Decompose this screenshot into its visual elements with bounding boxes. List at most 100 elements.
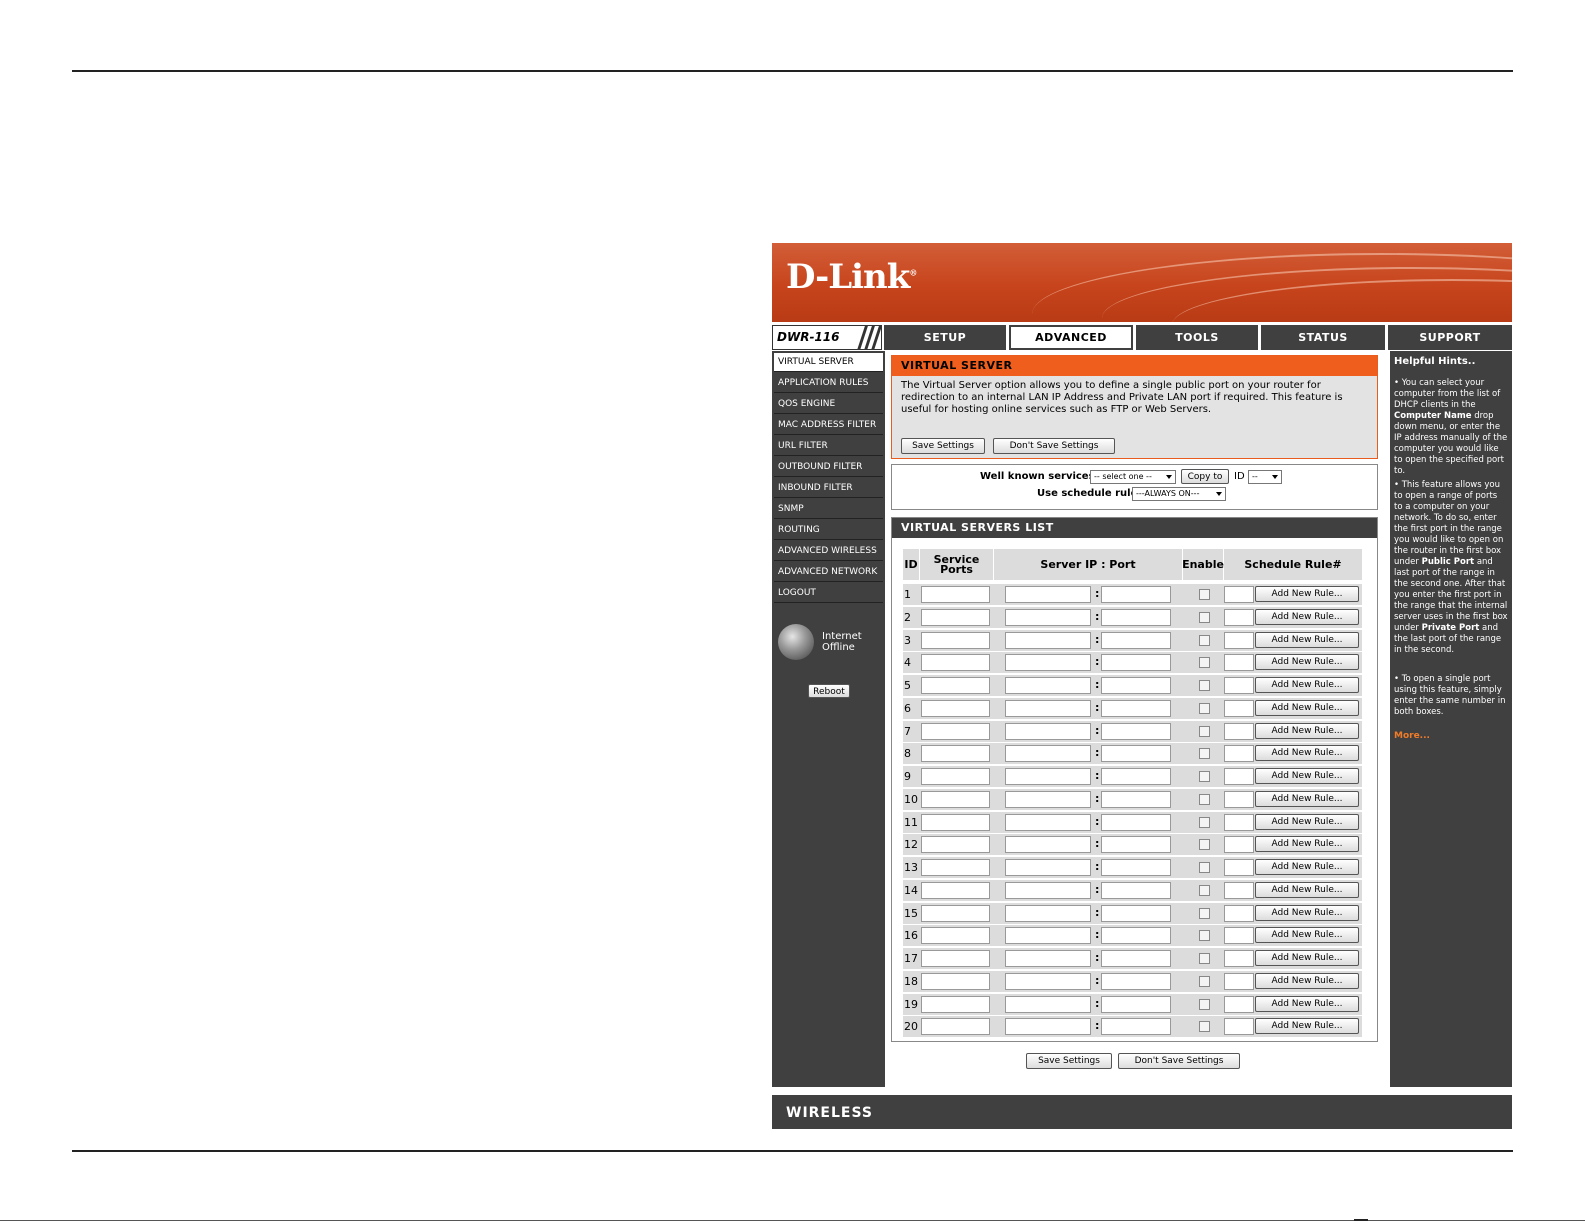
service-ports-input[interactable] (921, 859, 990, 876)
server-ip-input[interactable] (1005, 836, 1091, 854)
add-new-rule-button[interactable]: Add New Rule... (1255, 836, 1359, 853)
enable-checkbox[interactable] (1199, 657, 1210, 669)
server-port-input[interactable] (1101, 1018, 1171, 1036)
add-new-rule-button[interactable]: Add New Rule... (1255, 631, 1359, 648)
add-new-rule-button[interactable]: Add New Rule... (1255, 677, 1359, 693)
service-ports-input[interactable] (921, 904, 990, 922)
server-ip-input[interactable] (1005, 699, 1091, 717)
server-port-input[interactable] (1101, 677, 1171, 694)
add-new-rule-button[interactable]: Add New Rule... (1255, 699, 1359, 716)
service-ports-input[interactable] (921, 1018, 990, 1036)
sidebar-item-inbound-filter[interactable]: INBOUND FILTER (774, 479, 883, 498)
schedule-rule-input[interactable] (1224, 972, 1254, 990)
enable-checkbox[interactable] (1199, 1021, 1210, 1033)
bottom-save-settings-button[interactable]: Save Settings (1026, 1053, 1112, 1069)
server-port-input[interactable] (1101, 654, 1171, 672)
server-port-input[interactable] (1101, 586, 1171, 603)
enable-checkbox[interactable] (1199, 771, 1210, 782)
schedule-rule-input[interactable] (1224, 950, 1254, 967)
server-port-input[interactable] (1101, 904, 1171, 922)
enable-checkbox[interactable] (1199, 998, 1210, 1010)
bottom-dont-save-settings-button[interactable]: Don't Save Settings (1118, 1053, 1240, 1069)
sidebar-item-application-rules[interactable]: APPLICATION RULES (774, 374, 883, 393)
sidebar-item-outbound-filter[interactable]: OUTBOUND FILTER (774, 458, 883, 477)
service-ports-input[interactable] (921, 586, 990, 603)
server-ip-input[interactable] (1005, 881, 1091, 899)
server-port-input[interactable] (1101, 813, 1171, 831)
service-ports-input[interactable] (921, 722, 990, 740)
server-ip-input[interactable] (1005, 586, 1091, 603)
add-new-rule-button[interactable]: Add New Rule... (1255, 768, 1359, 784)
server-ip-input[interactable] (1005, 995, 1091, 1013)
service-ports-input[interactable] (921, 608, 990, 626)
add-new-rule-button[interactable]: Add New Rule... (1255, 586, 1359, 602)
sidebar-item-url-filter[interactable]: URL FILTER (774, 437, 883, 456)
server-port-input[interactable] (1101, 699, 1171, 717)
server-ip-input[interactable] (1005, 677, 1091, 694)
dont-save-settings-button[interactable]: Don't Save Settings (993, 438, 1115, 454)
server-port-input[interactable] (1101, 927, 1171, 945)
add-new-rule-button[interactable]: Add New Rule... (1255, 654, 1359, 671)
sidebar-item-snmp[interactable]: SNMP (774, 500, 883, 519)
schedule-rule-input[interactable] (1224, 927, 1254, 945)
tab-tools[interactable]: TOOLS (1136, 325, 1258, 350)
server-ip-input[interactable] (1005, 790, 1091, 808)
enable-checkbox[interactable] (1199, 884, 1210, 896)
add-new-rule-button[interactable]: Add New Rule... (1255, 859, 1359, 875)
schedule-rule-input[interactable] (1224, 745, 1254, 763)
server-ip-input[interactable] (1005, 927, 1091, 945)
schedule-rule-input[interactable] (1224, 608, 1254, 626)
service-ports-input[interactable] (921, 699, 990, 717)
enable-checkbox[interactable] (1199, 953, 1210, 964)
server-port-input[interactable] (1101, 995, 1171, 1013)
schedule-rule-select[interactable]: ---ALWAYS ON--- (1132, 487, 1226, 501)
schedule-rule-input[interactable] (1224, 631, 1254, 649)
sidebar-item-logout[interactable]: LOGOUT (774, 584, 883, 603)
schedule-rule-input[interactable] (1224, 586, 1254, 603)
schedule-rule-input[interactable] (1224, 859, 1254, 876)
enable-checkbox[interactable] (1199, 793, 1210, 805)
add-new-rule-button[interactable]: Add New Rule... (1255, 904, 1359, 921)
schedule-rule-input[interactable] (1224, 654, 1254, 672)
server-port-input[interactable] (1101, 836, 1171, 854)
reboot-button[interactable]: Reboot (808, 684, 850, 698)
schedule-rule-input[interactable] (1224, 881, 1254, 899)
server-ip-input[interactable] (1005, 722, 1091, 740)
server-ip-input[interactable] (1005, 631, 1091, 649)
server-port-input[interactable] (1101, 972, 1171, 990)
service-ports-input[interactable] (921, 768, 990, 785)
tab-setup[interactable]: SETUP (884, 325, 1006, 350)
server-port-input[interactable] (1101, 722, 1171, 740)
add-new-rule-button[interactable]: Add New Rule... (1255, 972, 1359, 989)
sidebar-item-advanced-wireless[interactable]: ADVANCED WIRELESS (774, 542, 883, 561)
server-port-input[interactable] (1101, 745, 1171, 763)
enable-checkbox[interactable] (1199, 839, 1210, 851)
enable-checkbox[interactable] (1199, 589, 1210, 600)
well-known-services-select[interactable]: -- select one -- (1090, 470, 1176, 484)
server-port-input[interactable] (1101, 631, 1171, 649)
server-ip-input[interactable] (1005, 904, 1091, 922)
server-ip-input[interactable] (1005, 813, 1091, 831)
add-new-rule-button[interactable]: Add New Rule... (1255, 813, 1359, 830)
service-ports-input[interactable] (921, 836, 990, 854)
sidebar-item-virtual-server[interactable]: VIRTUAL SERVER (774, 353, 883, 372)
server-ip-input[interactable] (1005, 768, 1091, 785)
schedule-rule-input[interactable] (1224, 813, 1254, 831)
enable-checkbox[interactable] (1199, 907, 1210, 919)
service-ports-input[interactable] (921, 654, 990, 672)
schedule-rule-input[interactable] (1224, 768, 1254, 785)
add-new-rule-button[interactable]: Add New Rule... (1255, 881, 1359, 898)
enable-checkbox[interactable] (1199, 816, 1210, 828)
add-new-rule-button[interactable]: Add New Rule... (1255, 1018, 1359, 1035)
tab-advanced[interactable]: ADVANCED (1009, 325, 1133, 350)
server-ip-input[interactable] (1005, 654, 1091, 672)
enable-checkbox[interactable] (1199, 680, 1210, 691)
service-ports-input[interactable] (921, 950, 990, 967)
add-new-rule-button[interactable]: Add New Rule... (1255, 745, 1359, 762)
enable-checkbox[interactable] (1199, 611, 1210, 623)
copy-to-button[interactable]: Copy to (1181, 469, 1229, 484)
server-port-input[interactable] (1101, 859, 1171, 876)
add-new-rule-button[interactable]: Add New Rule... (1255, 722, 1359, 739)
enable-checkbox[interactable] (1199, 702, 1210, 714)
sidebar-item-mac-address-filter[interactable]: MAC ADDRESS FILTER (774, 416, 883, 435)
